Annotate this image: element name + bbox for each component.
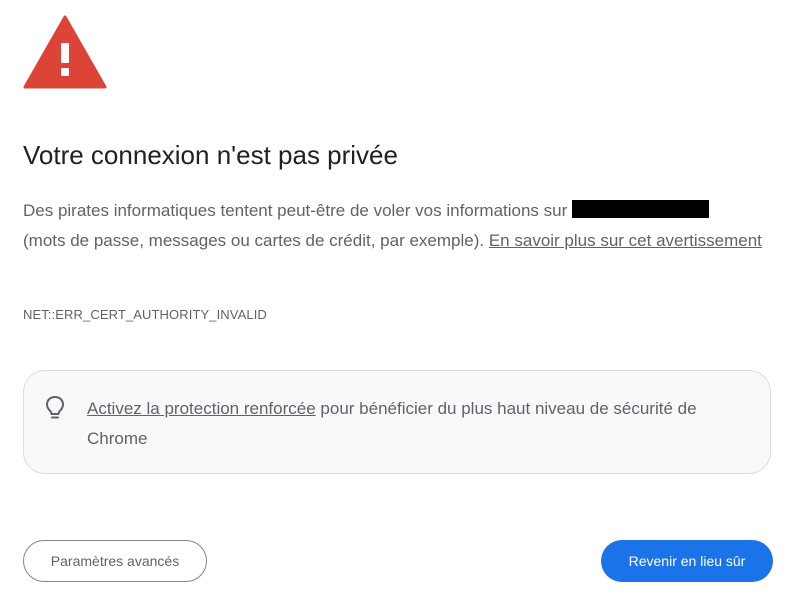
advanced-settings-button[interactable]: Paramètres avancés: [23, 540, 207, 582]
page-title: Votre connexion n'est pas privée: [23, 140, 398, 170]
learn-more-link[interactable]: En savoir plus sur cet avertissement: [489, 231, 762, 250]
back-to-safety-button[interactable]: Revenir en lieu sûr: [601, 540, 773, 582]
enhanced-protection-box: Activez la protection renforcée pour bén…: [23, 370, 771, 474]
enhanced-protection-message: Activez la protection renforcée pour bén…: [87, 394, 752, 454]
main-message: Des pirates informatiques tentent peut-ê…: [23, 196, 783, 256]
redacted-site-name: [572, 200, 709, 218]
message-text-after-site: (mots de passe, messages ou cartes de cr…: [23, 231, 485, 250]
warning-triangle-icon: [23, 15, 107, 89]
message-text-before-site: Des pirates informatiques tentent peut-ê…: [23, 201, 568, 220]
enhanced-protection-link[interactable]: Activez la protection renforcée: [87, 399, 316, 418]
lightbulb-icon: [46, 396, 64, 419]
error-code: NET::ERR_CERT_AUTHORITY_INVALID: [23, 307, 267, 322]
